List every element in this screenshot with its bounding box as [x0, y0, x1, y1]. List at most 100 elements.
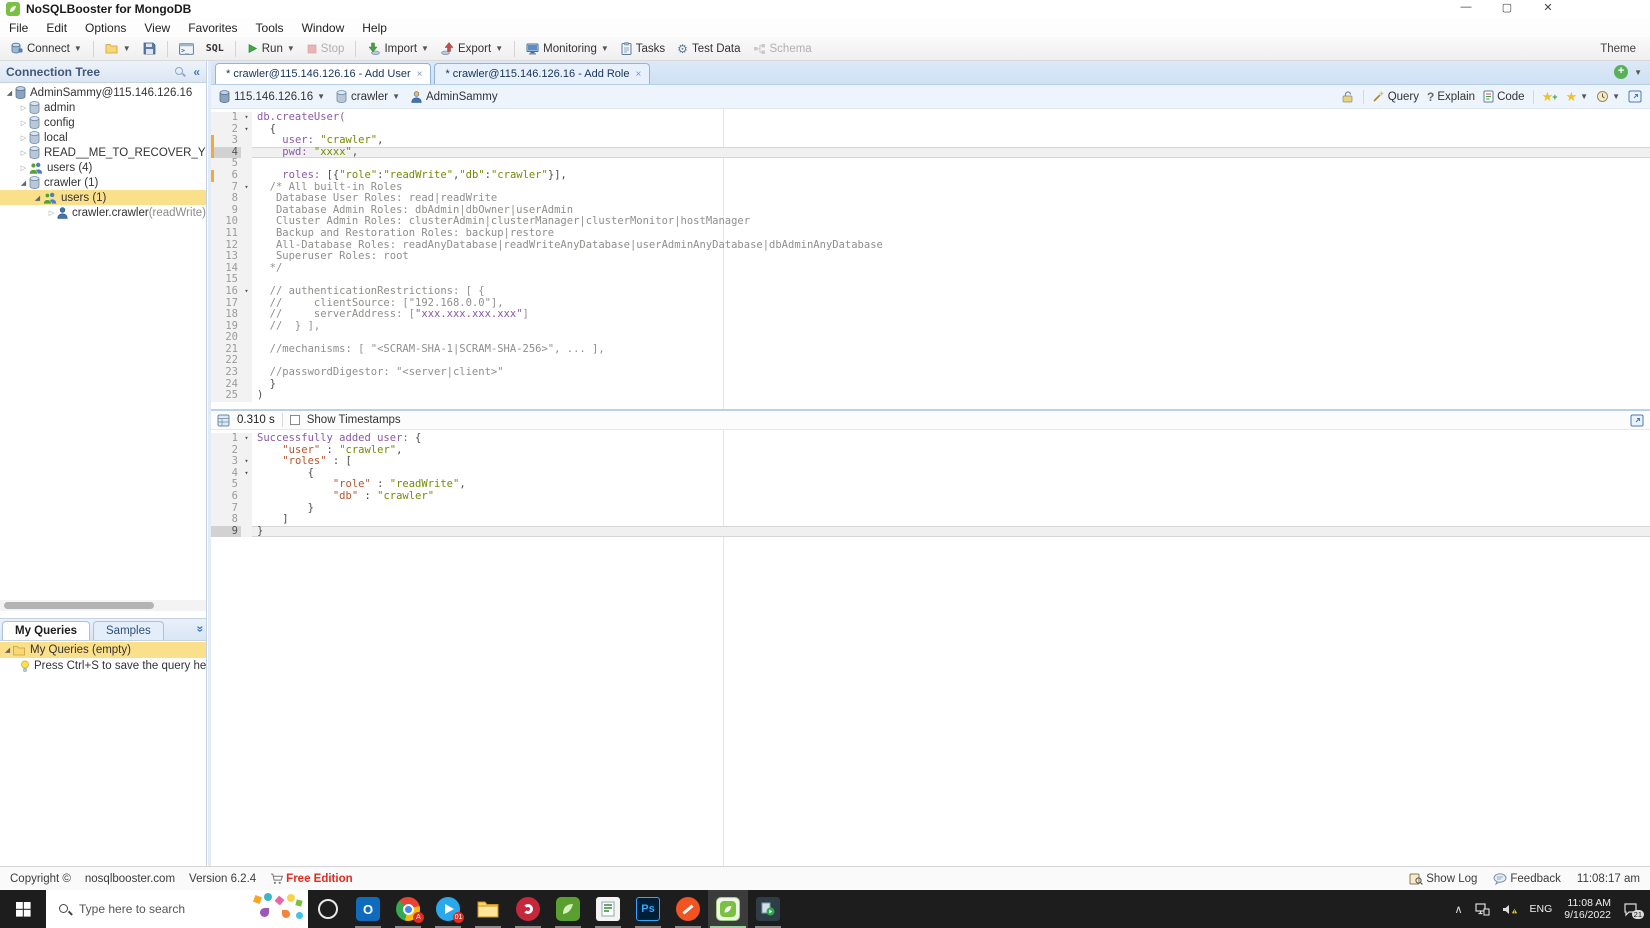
menu-item-options[interactable]: Options — [76, 21, 135, 35]
schema-button[interactable]: Schema — [747, 41, 818, 57]
stop-button[interactable]: Stop — [301, 41, 351, 57]
collapsed-arrow-icon[interactable]: ▷ — [18, 104, 29, 112]
taskbar-app-chrome-icon[interactable]: A — [388, 890, 428, 928]
taskbar-app-photoshop-icon[interactable]: Ps — [628, 890, 668, 928]
export-button[interactable]: Export ▼ — [435, 40, 509, 57]
collapse-sidebar-icon[interactable]: « — [193, 65, 200, 79]
add-favorite-button[interactable]: ★ + — [1542, 89, 1558, 105]
tasks-button[interactable]: Tasks — [615, 40, 671, 57]
tree-item-config[interactable]: ▷ config — [0, 115, 206, 130]
taskbar-app-app-teal-icon[interactable] — [748, 890, 788, 928]
open-button[interactable]: ▼ — [99, 41, 137, 56]
queries-tab-my-queries[interactable]: My Queries — [2, 621, 90, 640]
tab-close-icon[interactable]: × — [636, 69, 642, 80]
taskbar-app-explorer-icon[interactable] — [468, 890, 508, 928]
queries-tab-samples[interactable]: Samples — [93, 621, 164, 640]
collapsed-arrow-icon[interactable]: ▷ — [18, 119, 29, 127]
collapsed-arrow-icon[interactable]: ▷ — [46, 209, 57, 217]
breadcrumb-server[interactable]: 115.146.126.16 ▼ — [219, 90, 325, 103]
taskbar-app-app-orange-icon[interactable] — [668, 890, 708, 928]
volume-warning-icon[interactable]: ! — [1502, 903, 1518, 916]
feedback-button[interactable]: Feedback — [1493, 873, 1561, 885]
query-button[interactable]: Query — [1372, 90, 1419, 103]
fold-arrow-icon[interactable]: ▾ — [241, 112, 252, 124]
test-data-button[interactable]: ⚙ Test Data — [671, 41, 746, 57]
menu-item-favorites[interactable]: Favorites — [179, 21, 246, 35]
menu-item-edit[interactable]: Edit — [37, 21, 76, 35]
fold-arrow-icon[interactable]: ▾ — [241, 467, 252, 480]
sql-button[interactable]: SQL — [200, 41, 230, 56]
taskbar-app-nosqlbooster-icon[interactable] — [708, 890, 748, 928]
expanded-arrow-icon[interactable]: ◢ — [18, 179, 29, 187]
code-button[interactable]: Code — [1483, 90, 1525, 103]
maximize-button[interactable]: ▢ — [1497, 1, 1517, 14]
connect-button[interactable]: Connect ▼ — [4, 40, 88, 57]
tree-item-read-me-to-recover-your[interactable]: ▷ READ__ME_TO_RECOVER_YOUR_ — [0, 145, 206, 160]
shell-button[interactable]: >_ — [173, 41, 200, 57]
my-queries-root-item[interactable]: ◢ My Queries (empty) — [0, 642, 206, 658]
free-edition-badge[interactable]: Free Edition — [270, 873, 353, 885]
tray-overflow-chevron-icon[interactable]: ∧ — [1454, 903, 1462, 916]
maximize-editor-icon[interactable] — [1628, 90, 1642, 103]
fold-arrow-icon[interactable]: ▾ — [241, 123, 252, 136]
script-editor[interactable]: 1 ▾ db.createUser(2 ▾ {3 user: "crawler", 4 … — [211, 109, 1650, 409]
history-button[interactable]: ▼ — [1596, 90, 1620, 103]
menu-item-window[interactable]: Window — [293, 21, 354, 35]
language-indicator[interactable]: ENG — [1530, 903, 1553, 915]
network-icon[interactable] — [1474, 902, 1490, 916]
show-log-button[interactable]: Show Log — [1409, 873, 1477, 885]
editor-tab-1[interactable]: * crawler@115.146.126.16 - Add User × — [215, 63, 432, 84]
run-button[interactable]: Run ▼ — [241, 41, 301, 57]
sidebar-horizontal-scrollbar[interactable] — [0, 600, 206, 611]
editor-tab-2[interactable]: * crawler@115.146.126.16 - Add Role × — [434, 63, 651, 84]
expanded-arrow-icon[interactable]: ◢ — [4, 89, 15, 97]
action-center-icon[interactable]: 21 — [1623, 902, 1644, 919]
taskbar-app-cortana-icon[interactable] — [308, 890, 348, 928]
collapsed-arrow-icon[interactable]: ▷ — [18, 149, 29, 157]
tree-item-local[interactable]: ▷ local — [0, 130, 206, 145]
close-button[interactable]: ✕ — [1538, 1, 1558, 14]
expanded-arrow-icon[interactable]: ◢ — [2, 646, 13, 654]
tab-close-icon[interactable]: × — [417, 69, 423, 80]
start-button[interactable] — [0, 890, 46, 928]
taskbar-app-app-green-icon[interactable] — [548, 890, 588, 928]
expanded-arrow-icon[interactable]: ◢ — [32, 194, 43, 202]
minimize-button[interactable]: — — [1456, 1, 1476, 14]
results-panel[interactable]: 1 ▾ Successfully added user: {2 "user" : "… — [211, 430, 1650, 866]
breadcrumb-database[interactable]: crawler ▼ — [336, 90, 400, 103]
queries-hint-item[interactable]: Press Ctrl+S to save the query here — [0, 658, 206, 674]
taskbar-search-box[interactable]: Type here to search — [46, 890, 308, 928]
taskbar-app-telegram-icon[interactable]: 01 — [428, 890, 468, 928]
tree-item-admin[interactable]: ▷ admin — [0, 100, 206, 115]
tab-list-dropdown-icon[interactable]: ▼ — [1634, 68, 1642, 77]
menu-item-help[interactable]: Help — [353, 21, 396, 35]
tree-item-users-4[interactable]: ▷ users (4) — [0, 160, 206, 175]
taskbar-app-notepad-icon[interactable] — [588, 890, 628, 928]
queries-panel-chevron-icon[interactable]: » — [194, 626, 208, 633]
breadcrumb-user[interactable]: AdminSammy — [411, 91, 498, 103]
menu-item-tools[interactable]: Tools — [247, 21, 293, 35]
import-button[interactable]: Import ▼ — [361, 40, 435, 57]
collapsed-arrow-icon[interactable]: ▷ — [18, 134, 29, 142]
menu-item-file[interactable]: File — [0, 21, 37, 35]
taskbar-app-app-red-icon[interactable] — [508, 890, 548, 928]
tree-item-adminsammy-115-146-126-16[interactable]: ◢ AdminSammy@115.146.126.16 — [0, 85, 206, 100]
fold-arrow-icon[interactable]: ▾ — [241, 181, 252, 194]
taskbar-app-outlook-icon[interactable]: O — [348, 890, 388, 928]
show-timestamps-checkbox[interactable] — [289, 415, 300, 425]
site-link[interactable]: nosqlbooster.com — [85, 873, 175, 885]
tree-item-users-1[interactable]: ◢ users (1) — [0, 190, 206, 205]
monitoring-button[interactable]: Monitoring ▼ — [520, 41, 615, 57]
search-icon[interactable] — [174, 66, 185, 77]
readonly-lock-icon[interactable] — [1341, 90, 1355, 103]
save-button[interactable] — [137, 40, 162, 57]
menu-item-view[interactable]: View — [135, 21, 179, 35]
fold-arrow-icon[interactable]: ▾ — [241, 456, 252, 468]
collapsed-arrow-icon[interactable]: ▷ — [18, 164, 29, 172]
tree-item-crawler-1[interactable]: ◢ crawler (1) — [0, 175, 206, 190]
explain-button[interactable]: ? Explain — [1427, 90, 1475, 104]
fold-arrow-icon[interactable]: ▾ — [241, 433, 252, 445]
theme-button[interactable]: Theme — [1600, 43, 1636, 55]
maximize-results-icon[interactable] — [1630, 414, 1644, 427]
favorites-button[interactable]: ★ ▼ — [1566, 89, 1589, 105]
